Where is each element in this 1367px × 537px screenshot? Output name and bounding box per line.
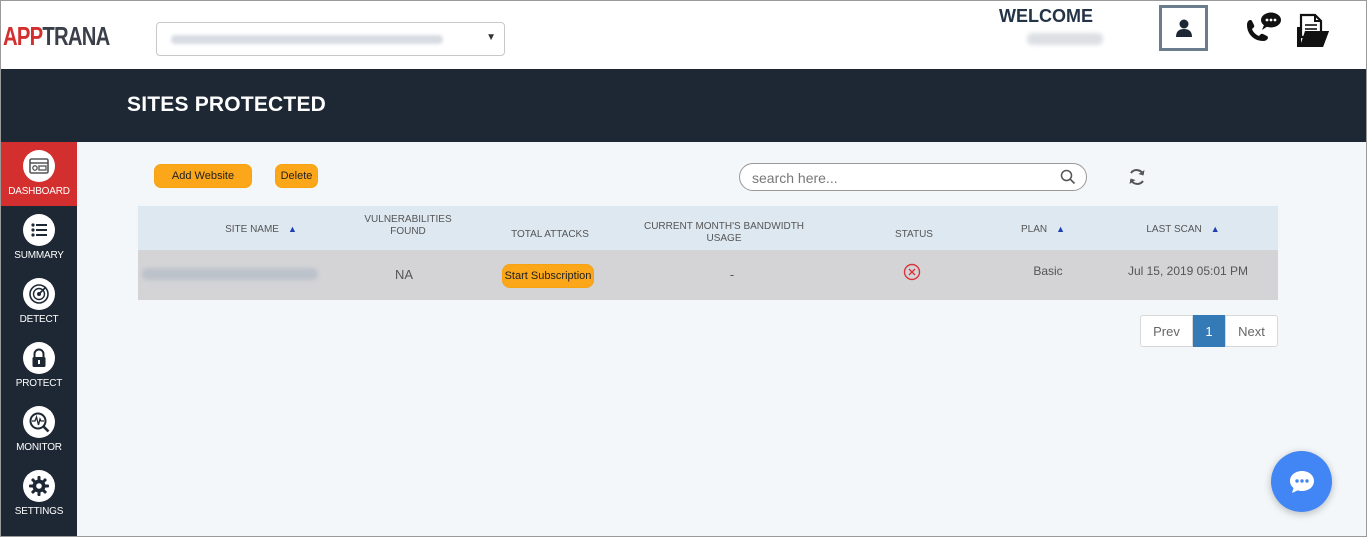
next-page-button[interactable]: Next: [1225, 315, 1278, 347]
sort-asc-icon[interactable]: ▲: [1056, 224, 1065, 234]
column-bandwidth: CURRENT MONTH'S BANDWIDTH USAGE: [643, 221, 805, 244]
apptrana-logo[interactable]: APPTRANA: [3, 21, 110, 52]
prev-page-button[interactable]: Prev: [1140, 315, 1193, 347]
sidebar-item-summary[interactable]: SUMMARY: [1, 206, 77, 270]
search-icon[interactable]: [1060, 169, 1076, 185]
account-select[interactable]: ▼: [156, 22, 505, 56]
table-header: SITE NAME ▲ VULNERABILITIES FOUND TOTAL A…: [138, 206, 1278, 250]
sort-asc-icon[interactable]: ▲: [1211, 224, 1220, 234]
status-error-icon: [903, 263, 921, 281]
column-total-attacks: TOTAL ATTACKS: [511, 229, 589, 240]
search-box: [739, 163, 1087, 191]
delete-button[interactable]: Delete: [275, 164, 318, 188]
welcome-text: WELCOME: [999, 6, 1093, 26]
lock-icon: [23, 342, 55, 374]
chat-button[interactable]: [1271, 451, 1332, 512]
sidebar-item-settings[interactable]: SETTINGS: [1, 462, 77, 526]
column-site-name[interactable]: SITE NAME ▲: [186, 223, 336, 236]
radar-icon: [23, 278, 55, 310]
phone-chat-icon[interactable]: [1243, 11, 1283, 45]
monitor-icon: [23, 406, 55, 438]
app-window: APPTRANA ▼ WELCOME SITES PROTECTED DASHB…: [0, 0, 1367, 537]
account-email-redacted: [171, 35, 443, 44]
main-content: Add Website Delete SITE NAME▲ VULNERABIL…: [77, 142, 1366, 536]
column-vulnerabilities: VULNERABILITIES FOUND: [364, 214, 452, 237]
start-subscription-button[interactable]: Start Subscription: [502, 264, 594, 288]
site-name-redacted[interactable]: [142, 268, 318, 280]
chevron-down-icon: ▼: [486, 32, 496, 43]
user-icon: [1175, 19, 1192, 37]
sidebar-item-protect[interactable]: PROTECT: [1, 334, 77, 398]
sidebar-item-detect[interactable]: DETECT: [1, 270, 77, 334]
page-1-button[interactable]: 1: [1193, 315, 1225, 347]
table-row[interactable]: NA Start Subscription - Basic Jul 15, 20…: [138, 250, 1278, 300]
user-profile-button[interactable]: [1159, 5, 1208, 51]
plan-value: Basic: [1033, 264, 1063, 278]
sidebar-item-dashboard[interactable]: DASHBOARD: [1, 142, 77, 206]
pagination: Prev 1 Next: [1140, 315, 1278, 347]
column-status: STATUS: [895, 229, 933, 240]
last-scan-value: Jul 15, 2019 05:01 PM: [1127, 264, 1249, 278]
vulnerabilities-value: NA: [394, 267, 414, 282]
search-input[interactable]: [752, 168, 1052, 188]
top-header: APPTRANA ▼ WELCOME: [1, 1, 1366, 69]
chat-bubble-icon: [1289, 470, 1314, 493]
list-icon: [23, 214, 55, 246]
gear-icon: [23, 470, 55, 502]
column-last-scan[interactable]: LAST SCAN ▲: [1123, 223, 1243, 236]
bandwidth-value: -: [729, 267, 735, 282]
dashboard-icon: [23, 150, 55, 182]
sort-asc-icon[interactable]: ▲: [288, 224, 297, 234]
column-plan[interactable]: PLAN ▲: [998, 223, 1088, 236]
documents-folder-icon[interactable]: [1295, 13, 1331, 49]
refresh-icon[interactable]: [1126, 166, 1148, 188]
page-title: SITES PROTECTED: [127, 93, 327, 116]
page-title-band: SITES PROTECTED: [1, 69, 1366, 142]
user-name-redacted: [1027, 33, 1103, 45]
sidebar: DASHBOARD SUMMARY DETECT PROTECT MONITOR…: [1, 142, 77, 536]
sidebar-item-monitor[interactable]: MONITOR: [1, 398, 77, 462]
add-website-button[interactable]: Add Website: [154, 164, 252, 188]
